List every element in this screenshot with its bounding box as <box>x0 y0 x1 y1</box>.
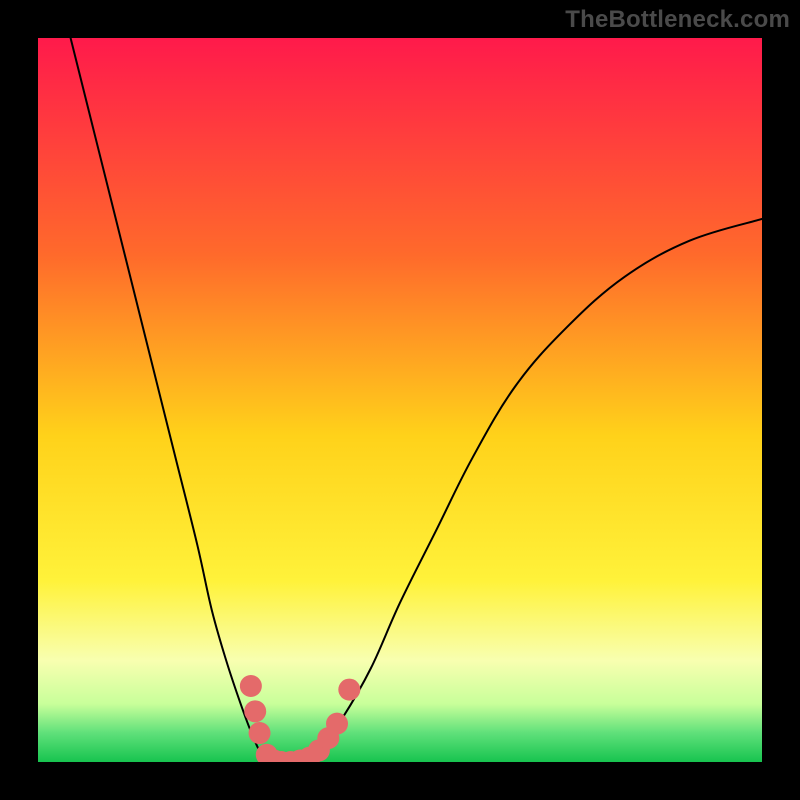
marker-dot <box>244 700 266 722</box>
marker-dot <box>326 713 348 735</box>
marker-dot <box>240 675 262 697</box>
gradient-background <box>38 38 762 762</box>
marker-dot <box>338 679 360 701</box>
marker-dot <box>249 722 271 744</box>
chart-container: TheBottleneck.com <box>0 0 800 800</box>
chart-svg <box>38 38 762 762</box>
attribution-text: TheBottleneck.com <box>565 6 790 34</box>
plot-area <box>38 38 762 762</box>
